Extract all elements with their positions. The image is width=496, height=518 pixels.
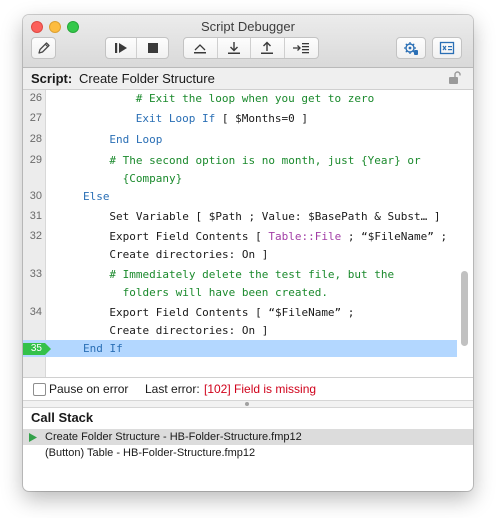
data-viewer-icon xyxy=(439,41,455,55)
step-text: Exit Loop If [ $Months=0 ] xyxy=(136,112,308,125)
call-stack-list: Create Folder Structure - HB-Folder-Stru… xyxy=(23,429,473,461)
script-step-row[interactable]: 27 Exit Loop If [ $Months=0 ] xyxy=(23,110,457,127)
last-error-value: [102] Field is missing xyxy=(204,382,317,396)
line-number[interactable]: 27 xyxy=(23,112,42,124)
step-text: Create directories: On ] xyxy=(109,248,268,261)
step-text: # Exit the loop when you get to zero xyxy=(136,92,374,105)
step-text: {Company} xyxy=(109,172,183,185)
call-stack-title: Call Stack xyxy=(31,410,94,425)
run-button[interactable] xyxy=(106,38,138,58)
step-keyword: End If xyxy=(83,342,123,355)
step-text: Create directories: On ] xyxy=(109,324,268,337)
script-step-row[interactable]: 32 Export Field Contents [ Table::File ; … xyxy=(23,228,457,245)
step-parameters: Set Variable [ $Path ; Value: $BasePath … xyxy=(109,210,441,223)
line-number[interactable]: 31 xyxy=(23,210,42,222)
step-keyword: End Loop xyxy=(109,133,163,146)
script-name-bar: Script: Create Folder Structure xyxy=(23,68,473,90)
set-next-step-button[interactable] xyxy=(285,38,318,58)
script-step-row[interactable]: 34 Export Field Contents [ “$FileName” ; xyxy=(23,304,457,321)
field-reference: Table::File xyxy=(268,230,342,243)
step-over-icon xyxy=(194,44,207,54)
step-parameters: [ $Months=0 ] xyxy=(215,112,308,125)
step-parameters: Export Field Contents [ “$FileName” ; xyxy=(109,306,355,319)
script-steps-pane[interactable]: 26 # Exit the loop when you get to zero 27… xyxy=(23,90,473,377)
script-step-row[interactable]: 30 Else xyxy=(23,188,457,205)
line-number[interactable]: 26 xyxy=(23,92,42,104)
step-text: Export Field Contents [ Table::File ; “$… xyxy=(109,230,447,243)
script-step-row[interactable]: 29 # The second option is no month, just … xyxy=(23,152,457,169)
step-parameters: Create directories: On ] xyxy=(109,248,269,261)
step-text: # Immediately delete the test file, but … xyxy=(109,268,394,281)
step-parameters: Export Field Contents [ xyxy=(109,230,269,243)
script-step-row[interactable]: 31 Set Variable [ $Path ; Value: $BasePat… xyxy=(23,208,457,225)
step-run-icon xyxy=(115,43,127,53)
step-text: Set Variable [ $Path ; Value: $BasePath … xyxy=(109,210,440,223)
pause-on-error-label[interactable]: Pause on error xyxy=(49,378,128,400)
call-stack-item[interactable]: (Button) Table - HB-Folder-Structure.fmp… xyxy=(23,445,473,461)
current-step-marker[interactable]: 35 xyxy=(23,343,51,355)
data-viewer-button[interactable] xyxy=(432,37,462,59)
current-frame-arrow-icon xyxy=(29,433,37,442)
pencil-icon xyxy=(37,42,50,54)
run-halt-group xyxy=(105,37,169,59)
step-into-icon xyxy=(227,42,240,54)
script-step-row[interactable]: 33 # Immediately delete the test file, bu… xyxy=(23,266,457,283)
call-stack-item-label: Create Folder Structure - HB-Folder-Stru… xyxy=(45,431,302,443)
step-comment: folders will have been created. xyxy=(109,286,328,299)
script-step-row[interactable]: {Company} xyxy=(23,170,457,187)
splitter-grip-icon[interactable] xyxy=(245,402,249,406)
step-into-button[interactable] xyxy=(218,38,251,58)
step-keyword: Else xyxy=(83,190,110,203)
step-comment: # The second option is no month, just {Y… xyxy=(109,154,421,167)
step-text: Else xyxy=(83,190,110,203)
edit-script-button[interactable] xyxy=(31,37,56,59)
script-step-row[interactable]: Create directories: On ] xyxy=(23,322,457,339)
step-text: Export Field Contents [ “$FileName” ; xyxy=(109,306,354,319)
line-number[interactable]: 30 xyxy=(23,190,42,202)
step-text: End Loop xyxy=(109,133,162,146)
script-step-row[interactable]: 26 # Exit the loop when you get to zero xyxy=(23,90,457,107)
script-label: Script: xyxy=(31,71,73,86)
line-number[interactable]: 33 xyxy=(23,268,42,280)
debugger-status-bar: Pause on error Last error: [102] Field i… xyxy=(23,377,473,400)
script-step-row[interactable]: 28 End Loop xyxy=(23,131,457,148)
current-step-row[interactable]: 35 End If xyxy=(23,340,457,357)
script-step-row[interactable]: folders will have been created. xyxy=(23,284,457,301)
title-toolbar: Script Debugger xyxy=(23,15,473,68)
call-stack-item[interactable]: Create Folder Structure - HB-Folder-Stru… xyxy=(23,429,473,445)
call-stack-item-label: (Button) Table - HB-Folder-Structure.fmp… xyxy=(45,447,256,459)
step-comment: {Company} xyxy=(109,172,183,185)
script-name: Create Folder Structure xyxy=(79,71,215,86)
call-stack-header: Call Stack xyxy=(23,407,473,429)
step-out-icon xyxy=(261,41,274,54)
breakpoints-button[interactable] xyxy=(396,37,426,59)
script-step-row[interactable]: Create directories: On ] xyxy=(23,246,457,263)
pause-on-error-checkbox[interactable] xyxy=(33,383,46,396)
step-text: End If xyxy=(83,342,123,355)
step-keyword: Exit Loop If xyxy=(135,112,216,125)
step-controls-group xyxy=(183,37,319,59)
step-text: folders will have been created. xyxy=(109,286,328,299)
set-next-step-icon xyxy=(293,43,310,54)
line-number[interactable]: 28 xyxy=(23,133,42,145)
step-text: # The second option is no month, just {Y… xyxy=(109,154,420,167)
gear-bug-icon xyxy=(404,42,418,55)
vertical-scrollbar[interactable] xyxy=(461,271,468,346)
line-number[interactable]: 29 xyxy=(23,154,42,166)
step-out-button[interactable] xyxy=(251,38,285,58)
step-over-button[interactable] xyxy=(184,38,218,58)
stop-square-icon xyxy=(147,43,158,53)
step-parameters: ; “$FileName” ; xyxy=(341,230,448,243)
last-error-label: Last error: xyxy=(145,382,200,396)
step-comment: # Exit the loop when you get to zero xyxy=(135,92,375,105)
line-number[interactable]: 32 xyxy=(23,230,42,242)
step-comment: # Immediately delete the test file, but … xyxy=(109,268,395,281)
step-parameters: Create directories: On ] xyxy=(109,324,269,337)
unlocked-padlock-icon[interactable] xyxy=(447,71,461,85)
line-number[interactable]: 34 xyxy=(23,306,42,318)
halt-button[interactable] xyxy=(137,38,168,58)
window-title: Script Debugger xyxy=(201,19,295,34)
script-debugger-window: Script Debugger Script: Create Folder St… xyxy=(23,15,473,491)
